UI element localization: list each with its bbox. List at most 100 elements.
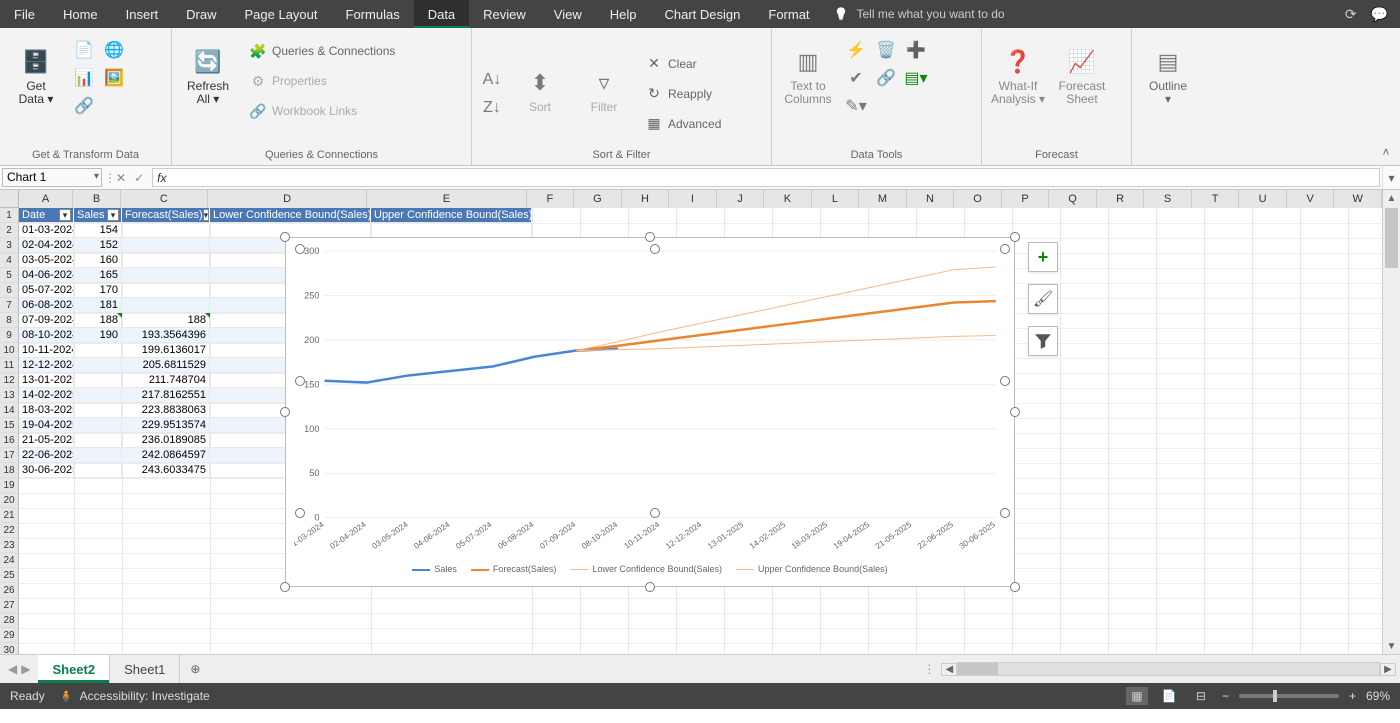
table-cell[interactable] <box>74 358 122 373</box>
col-header[interactable]: G <box>574 190 622 208</box>
row-header[interactable]: 30 <box>0 643 19 654</box>
forecast-chart[interactable]: 050100150200250300 01-03-202402-04-20240… <box>285 237 1015 587</box>
plot-handle[interactable] <box>1000 508 1010 518</box>
col-header[interactable]: C <box>121 190 208 208</box>
table-cell[interactable] <box>371 223 532 238</box>
cancel-fx-icon[interactable]: ✕ <box>116 171 126 185</box>
tab-review[interactable]: Review <box>469 0 540 28</box>
table-cell[interactable] <box>74 373 122 388</box>
row-header[interactable]: 12 <box>0 373 19 388</box>
row-header[interactable]: 21 <box>0 508 19 523</box>
row-header[interactable]: 11 <box>0 358 19 373</box>
table-cell[interactable]: 14-02-2025 <box>19 388 74 403</box>
table-cell[interactable] <box>74 343 122 358</box>
table-cell[interactable]: 18-03-2025 <box>19 403 74 418</box>
table-cell[interactable]: 190 <box>74 328 122 343</box>
tab-formulas[interactable]: Formulas <box>332 0 414 28</box>
table-cell[interactable] <box>122 238 210 253</box>
row-header[interactable]: 9 <box>0 328 19 343</box>
chart-filter-button[interactable] <box>1028 326 1058 356</box>
row-header[interactable]: 10 <box>0 343 19 358</box>
row-header[interactable]: 14 <box>0 403 19 418</box>
table-cell[interactable]: 242.0864597 <box>122 448 210 463</box>
table-cell[interactable] <box>210 223 371 238</box>
properties-button[interactable]: ⚙Properties <box>244 68 401 94</box>
from-web-icon[interactable]: 🌐 <box>102 38 126 62</box>
flash-fill-icon[interactable]: ⚡ <box>844 38 868 62</box>
select-all-corner[interactable] <box>0 190 19 208</box>
row-header[interactable]: 27 <box>0 598 19 613</box>
table-header[interactable]: Date▾ <box>19 208 74 223</box>
plot-handle[interactable] <box>650 508 660 518</box>
table-cell[interactable] <box>122 268 210 283</box>
row-header[interactable]: 8 <box>0 313 19 328</box>
table-cell[interactable]: 152 <box>74 238 122 253</box>
table-cell[interactable]: 07-09-2024 <box>19 313 74 328</box>
table-cell[interactable]: 04-06-2024 <box>19 268 74 283</box>
next-sheet-icon[interactable]: ▶ <box>21 662 30 676</box>
chart-elements-button[interactable]: + <box>1028 242 1058 272</box>
tab-help[interactable]: Help <box>596 0 651 28</box>
misc-tool-icon[interactable]: ✎▾ <box>844 94 868 118</box>
table-cell[interactable]: 236.0189085 <box>122 433 210 448</box>
table-cell[interactable]: 05-07-2024 <box>19 283 74 298</box>
chart-handle[interactable] <box>1010 582 1020 592</box>
filter-dropdown-icon[interactable]: ▾ <box>107 209 119 221</box>
table-cell[interactable]: 22-06-2025 <box>19 448 74 463</box>
sync-icon[interactable]: ⟳ <box>1345 6 1357 23</box>
table-header[interactable]: Lower Confidence Bound(Sales)▾ <box>210 208 371 223</box>
row-header[interactable]: 29 <box>0 628 19 643</box>
table-cell[interactable]: 188 <box>74 313 122 328</box>
clear-button[interactable]: ✕Clear <box>640 51 727 77</box>
tell-me-search[interactable]: Tell me what you want to do <box>824 0 1333 28</box>
row-header[interactable]: 26 <box>0 583 19 598</box>
zoom-slider[interactable] <box>1239 694 1339 698</box>
collapse-ribbon-button[interactable]: ˄ <box>1372 28 1400 165</box>
row-header[interactable]: 22 <box>0 523 19 538</box>
table-cell[interactable]: 08-10-2024 <box>19 328 74 343</box>
queries-connections-button[interactable]: 🧩Queries & Connections <box>244 38 401 64</box>
table-cell[interactable]: 154 <box>74 223 122 238</box>
col-header[interactable]: R <box>1097 190 1145 208</box>
table-cell[interactable]: 205.6811529 <box>122 358 210 373</box>
plot-handle[interactable] <box>1000 376 1010 386</box>
table-cell[interactable]: 217.8162551 <box>122 388 210 403</box>
table-cell[interactable]: 211.748704 <box>122 373 210 388</box>
table-cell[interactable] <box>122 283 210 298</box>
chart-handle[interactable] <box>645 582 655 592</box>
text-to-columns-button[interactable]: ▥ Text to Columns <box>780 32 836 120</box>
col-header[interactable]: A <box>19 190 73 208</box>
table-cell[interactable]: 12-12-2024 <box>19 358 74 373</box>
workbook-links-button[interactable]: 🔗Workbook Links <box>244 98 401 124</box>
table-cell[interactable]: 188 <box>122 313 210 328</box>
tab-insert[interactable]: Insert <box>112 0 173 28</box>
row-header[interactable]: 20 <box>0 493 19 508</box>
col-header[interactable]: B <box>73 190 121 208</box>
tab-page-layout[interactable]: Page Layout <box>231 0 332 28</box>
table-header[interactable]: Sales▾ <box>74 208 122 223</box>
table-cell[interactable] <box>122 223 210 238</box>
formula-bar[interactable]: fx <box>152 168 1380 187</box>
hscroll-left-icon[interactable]: ◀ <box>941 663 957 676</box>
table-cell[interactable]: 30-06-2025 <box>19 463 74 478</box>
vertical-scrollbar[interactable]: ▲ ▼ <box>1382 190 1400 654</box>
table-cell[interactable] <box>74 418 122 433</box>
col-header[interactable]: E <box>367 190 526 208</box>
table-cell[interactable] <box>74 433 122 448</box>
remove-dup-icon[interactable]: 🗑️ <box>874 38 898 62</box>
plot-handle[interactable] <box>650 244 660 254</box>
row-header[interactable]: 13 <box>0 388 19 403</box>
row-header[interactable]: 5 <box>0 268 19 283</box>
col-header[interactable]: N <box>907 190 955 208</box>
sort-asc-icon[interactable]: A↓ <box>480 68 504 92</box>
relations-icon[interactable]: 🔗 <box>874 66 898 90</box>
table-cell[interactable]: 229.9513574 <box>122 418 210 433</box>
table-cell[interactable]: 193.3564396 <box>122 328 210 343</box>
chart-handle[interactable] <box>1010 232 1020 242</box>
table-header[interactable]: Forecast(Sales)▾ <box>122 208 210 223</box>
reapply-button[interactable]: ↻Reapply <box>640 81 727 107</box>
table-cell[interactable]: 181 <box>74 298 122 313</box>
table-cell[interactable]: 19-04-2025 <box>19 418 74 433</box>
chart-handle[interactable] <box>280 582 290 592</box>
existing-conn-icon[interactable]: 🔗 <box>72 94 96 118</box>
